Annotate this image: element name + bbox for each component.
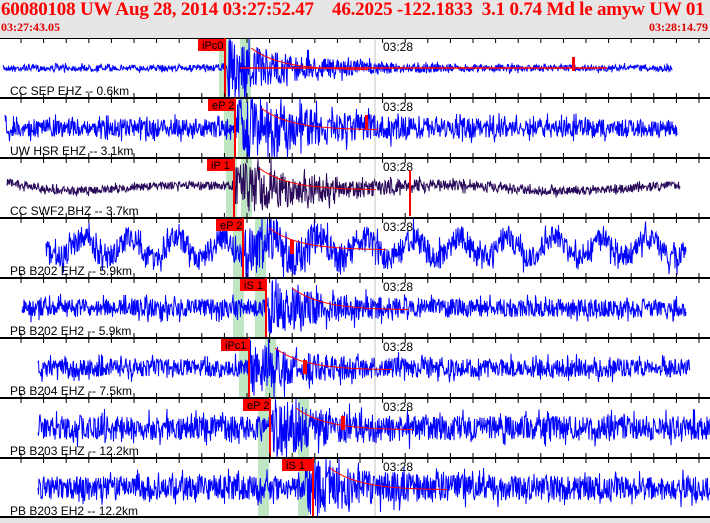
minute-label: 03:28 [383, 280, 413, 294]
event-header: 60080108 UW Aug 28, 2014 03:27:52.47 46.… [0, 0, 710, 38]
minute-label: 03:28 [383, 40, 413, 54]
channel-label: PB B203 EH2 -- 12.2km [10, 504, 138, 518]
channel-label: PB B204 EHZ -- 7.5km [10, 384, 132, 398]
pick-label: iP 1 [211, 160, 230, 172]
pick-label: eP 2 [212, 100, 234, 112]
channel-label: CC SWF2 BHZ -- 3.7km [10, 204, 139, 218]
channel-label: PB B202 EH2 -- 5.9km [10, 324, 131, 338]
amplitude-marker [365, 115, 368, 129]
amplitude-marker [572, 57, 575, 71]
minute-label: 03:28 [383, 100, 413, 114]
event-title: 60080108 UW Aug 28, 2014 03:27:52.47 46.… [1, 0, 710, 20]
pick-label: iS 1 [286, 460, 305, 472]
waveform-trace [37, 458, 710, 518]
amplitude-marker [303, 360, 307, 374]
minute-label: 03:28 [383, 220, 413, 234]
end-time: 03:28:14.79 [649, 20, 708, 34]
pick-label: eP 2 [247, 400, 269, 412]
pick-label: iPc1 [225, 340, 246, 352]
minute-label: 03:28 [383, 160, 413, 174]
channel-label: UW HSR EHZ -- 3.1km [10, 144, 133, 158]
pick-label: iPc0 [202, 40, 223, 52]
minute-label: 03:28 [383, 340, 413, 354]
amplitude-marker [341, 416, 345, 430]
channel-label: PB B203 EHZ -- 12.2km [10, 444, 139, 458]
pick-label: eP 2 [220, 220, 242, 232]
start-time: 03:27:43.05 [1, 20, 60, 34]
channel-label: PB B202 EHZ -- 5.9km [10, 264, 132, 278]
pick-label: iS 1 [244, 280, 263, 292]
minute-label: 03:28 [383, 400, 413, 414]
minute-label: 03:28 [383, 460, 413, 474]
waveform-trace [45, 218, 687, 278]
waveform-trace [37, 338, 691, 398]
seismogram-panel[interactable]: 03:28 iPc0 CC SEP EHZ -- 0.6km 03:28 eP 2 UW … [0, 33, 710, 518]
amplitude-marker [290, 240, 294, 254]
